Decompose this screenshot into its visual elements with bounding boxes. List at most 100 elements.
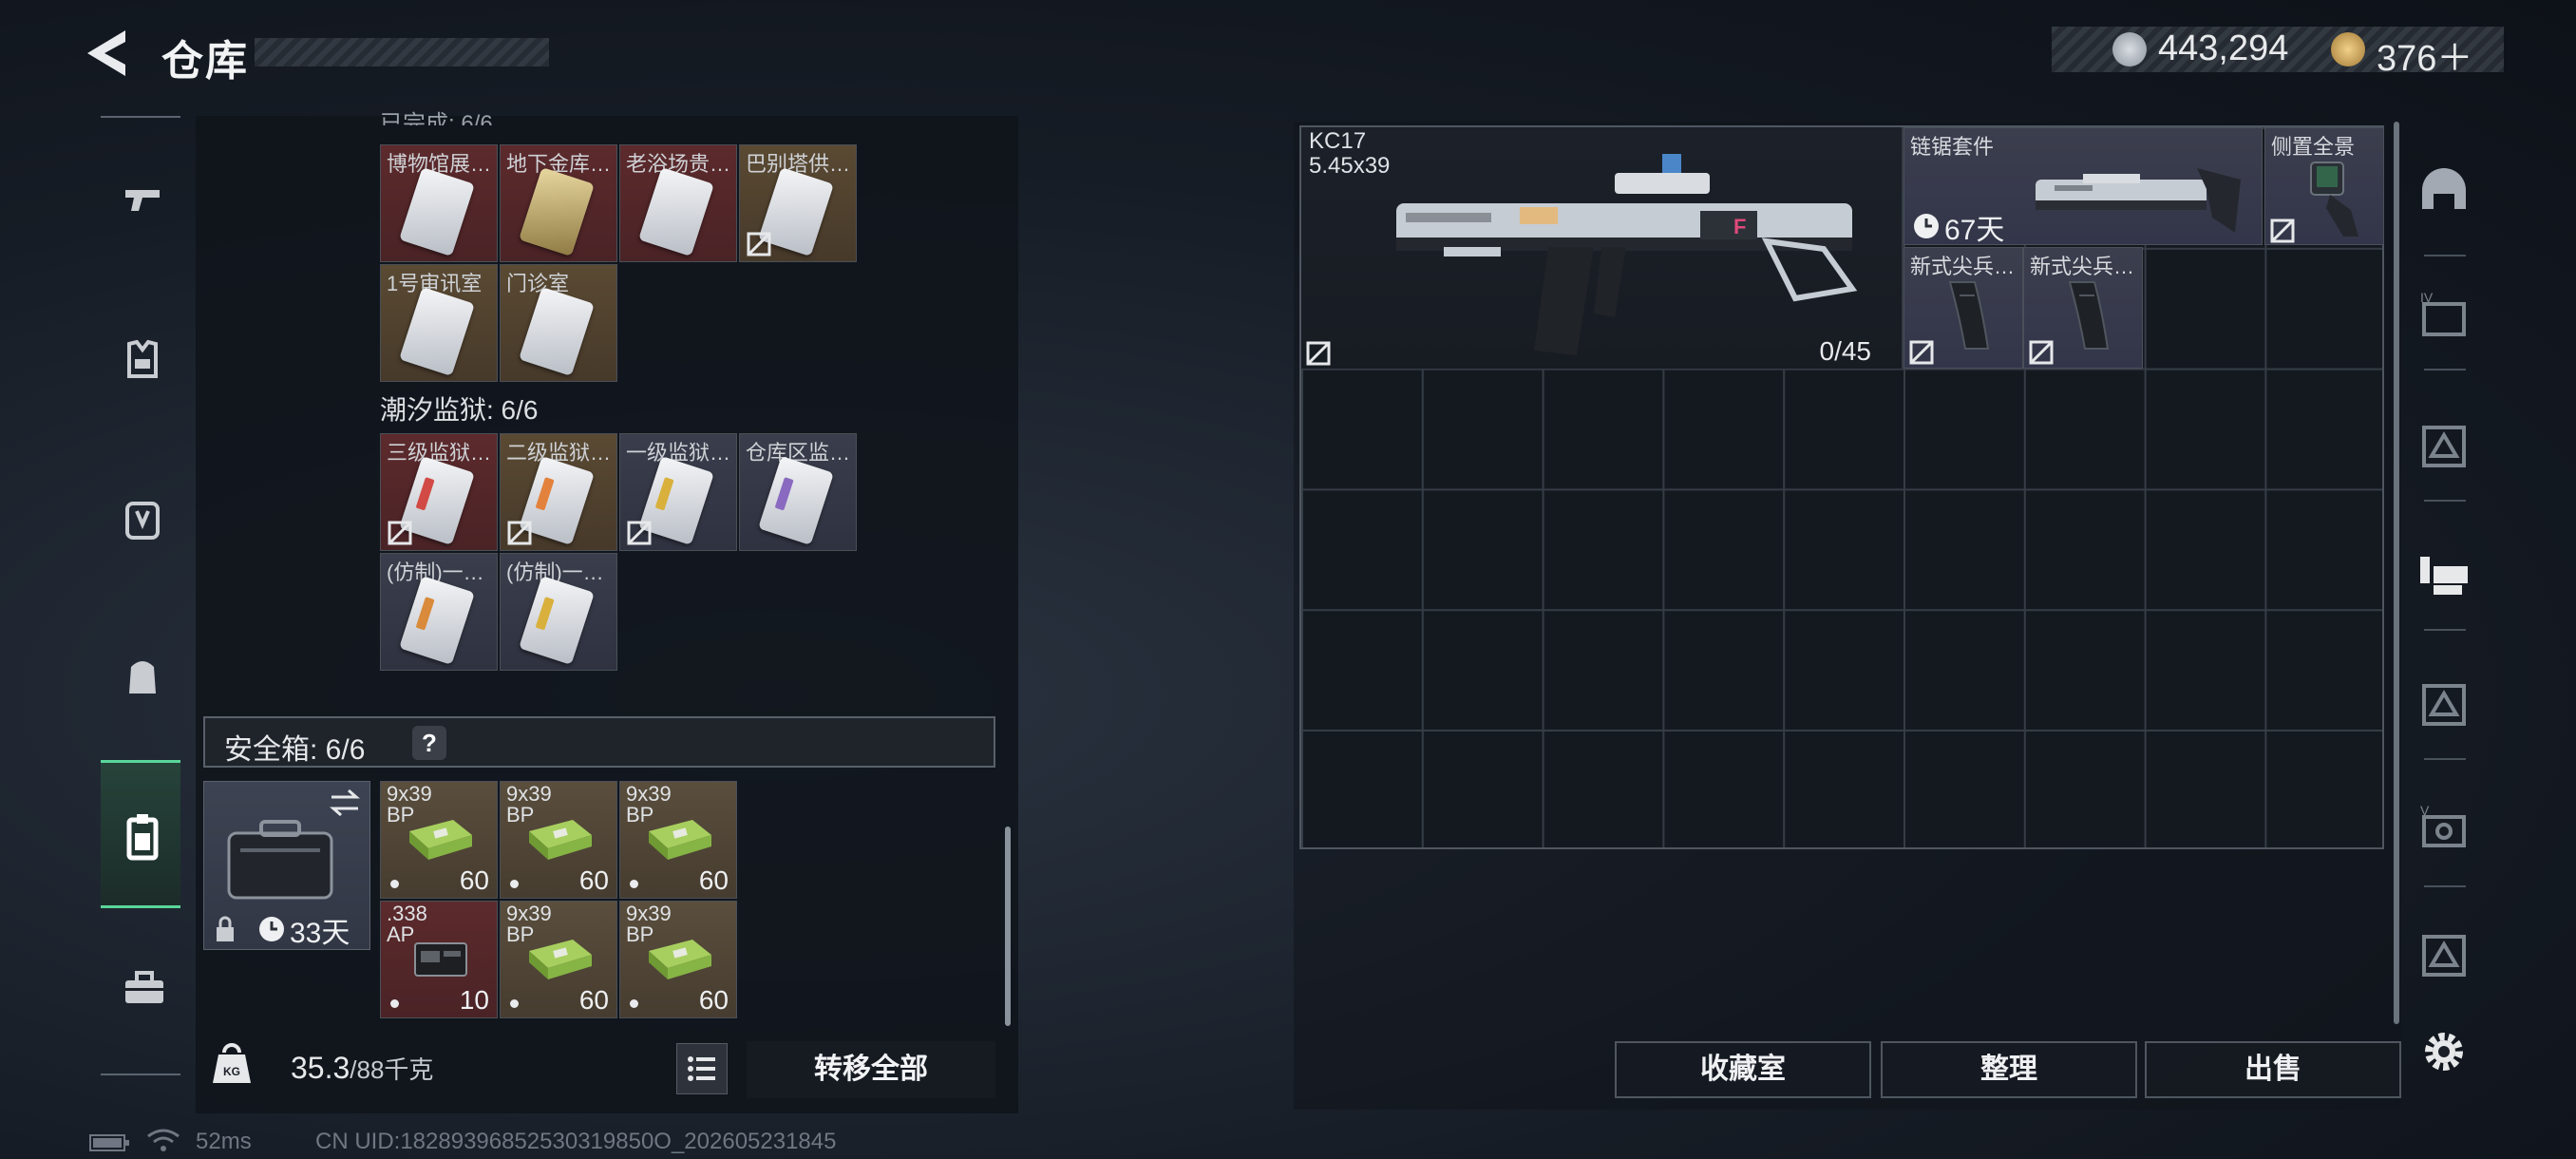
ammo-quantity: 60 <box>698 865 729 895</box>
keycard-icon <box>399 286 475 377</box>
ammo-quantity: 10 <box>459 985 489 1015</box>
side-scope-icon <box>2310 162 2358 237</box>
weapon-slot[interactable]: KC17 5.45x39 F 0/45 <box>1301 127 1904 369</box>
storage-tab[interactable] <box>101 760 180 908</box>
armor-plate-icon <box>2422 935 2466 977</box>
weight-value: 35.3 <box>291 1051 350 1085</box>
keycard-item[interactable]: 老浴场贵… <box>619 144 737 262</box>
settings-button[interactable] <box>2416 1024 2472 1079</box>
no-discard-icon <box>388 521 412 545</box>
container-tab-7[interactable] <box>2416 927 2472 982</box>
magazine-attachment[interactable]: 新式尖兵… <box>2023 247 2143 369</box>
wifi-icon <box>147 1129 180 1151</box>
no-discard-icon <box>627 521 652 545</box>
ping-text: 52ms <box>196 1129 252 1154</box>
ammo-quantity: 60 <box>459 865 489 895</box>
ammo-item[interactable]: 9x39 BP 60 <box>380 781 498 899</box>
keycard-item[interactable]: 三级监狱… <box>380 433 498 551</box>
equipment-scrollbar[interactable] <box>2394 122 2399 1024</box>
sell-button[interactable]: 出售 <box>2145 1041 2401 1098</box>
keycard-item[interactable]: 二级监狱… <box>500 433 617 551</box>
keycard-item[interactable]: (仿制)一… <box>380 553 498 671</box>
keycard-icon <box>519 575 595 666</box>
container-tab-5[interactable] <box>2416 676 2472 732</box>
keycard-item[interactable]: (仿制)一… <box>500 553 617 671</box>
keycard-item[interactable]: 1号审讯室 <box>380 264 498 382</box>
container-tab-1[interactable] <box>2416 165 2472 220</box>
keycard-icon <box>399 575 475 666</box>
left-category-tabs <box>91 114 190 1079</box>
ammo-item[interactable]: 9x39 BP 60 <box>500 781 617 899</box>
back-arrow-icon <box>87 30 125 76</box>
weapon-name: KC17 <box>1309 128 1367 154</box>
back-button[interactable] <box>84 27 141 80</box>
sort-button[interactable]: 整理 <box>1881 1041 2137 1098</box>
keycard-item[interactable]: 仓库区监… <box>739 433 857 551</box>
weight-icon: KG <box>213 1043 251 1083</box>
magazine-attachment[interactable]: 新式尖兵… <box>1904 247 2023 369</box>
battery-icon <box>89 1134 129 1151</box>
ammo-quantity: 60 <box>578 865 609 895</box>
ammo-item[interactable]: 9x39 BP 60 <box>500 901 617 1018</box>
keycard-item[interactable]: 巴别塔供… <box>739 144 857 262</box>
ammo-dot <box>630 880 638 888</box>
safe-box-title: 安全箱: 6/6 <box>224 734 366 766</box>
transfer-all-button[interactable]: 转移全部 <box>747 1041 995 1098</box>
container-tab-3[interactable] <box>2416 418 2472 473</box>
magazine-icon <box>2068 281 2110 350</box>
keycard-item[interactable]: 地下金库… <box>500 144 617 262</box>
ammo-dot <box>390 999 399 1008</box>
keycard-item[interactable]: 门诊室 <box>500 264 617 382</box>
right-container-tabs: IV V <box>2403 125 2485 1108</box>
safe-case-slot[interactable]: 33天 <box>203 781 370 950</box>
no-discard-icon <box>507 521 532 545</box>
helmet-icon <box>2422 168 2466 209</box>
toolbox-tab[interactable] <box>101 918 180 1060</box>
attachment-label: 链锯套件 <box>1910 135 1995 159</box>
ammo-box-icon <box>529 940 592 979</box>
collection-room-button[interactable]: 收藏室 <box>1615 1041 1871 1098</box>
clock-icon <box>259 917 284 941</box>
weapons-tab[interactable] <box>101 133 180 276</box>
chain-kit-attachment[interactable]: 链锯套件 67天 <box>1904 127 2263 245</box>
helmet-tab[interactable] <box>101 446 180 589</box>
keycard-item[interactable]: 博物馆展… <box>380 144 498 262</box>
side-scope-attachment[interactable]: 侧置全景 <box>2264 127 2384 245</box>
ammo-dot <box>390 880 399 888</box>
armor-plate-icon <box>2422 426 2466 467</box>
armor-tab[interactable] <box>101 289 180 431</box>
container-tab-4[interactable] <box>2416 547 2472 602</box>
container-tab-6[interactable]: V <box>2416 802 2472 857</box>
keycard-section-title-partial: 已完成: 6/6 <box>380 111 493 125</box>
uid-text: CN UID:18289396852530319850O_20260523184… <box>315 1129 837 1154</box>
backpack-tab[interactable] <box>101 604 180 747</box>
keycard-icon <box>638 166 714 257</box>
help-button[interactable]: ? <box>412 726 446 760</box>
ammo-item[interactable]: .338 AP 10 <box>380 901 498 1018</box>
clock-icon <box>1914 214 1939 238</box>
ammo-item[interactable]: 9x39 BP 60 <box>619 781 737 899</box>
gold-amount[interactable]: 376＋ <box>2377 28 2472 81</box>
container-tab-2[interactable]: IV <box>2416 289 2472 344</box>
ammo-item[interactable]: 9x39 BP 60 <box>619 901 737 1018</box>
svg-text:KG: KG <box>223 1065 240 1078</box>
armor-plate-icon <box>2422 684 2466 726</box>
storage-scrollbar[interactable] <box>1005 826 1011 1026</box>
list-view-button[interactable] <box>676 1043 728 1094</box>
ammo-quantity: 60 <box>698 985 729 1015</box>
gear-icon <box>2425 1033 2463 1071</box>
no-discard-icon <box>1306 341 1331 366</box>
ammo-box-icon <box>529 820 592 860</box>
gold-coin-icon <box>2331 32 2365 66</box>
rig-icon <box>2420 557 2468 595</box>
safe-case-timer: 33天 <box>290 918 350 949</box>
keycard-icon <box>519 166 595 257</box>
swap-icon[interactable] <box>328 788 362 818</box>
silver-amount: 443,294 <box>2158 28 2289 68</box>
chain-kit-icon <box>2036 168 2241 233</box>
svg-text:IV: IV <box>2420 290 2434 305</box>
backpack-icon <box>129 661 156 694</box>
keycard-item[interactable]: 一级监狱… <box>619 433 737 551</box>
ammo-box-icon <box>649 940 711 979</box>
weapon-ammo-count: 0/45 <box>1819 336 1872 366</box>
